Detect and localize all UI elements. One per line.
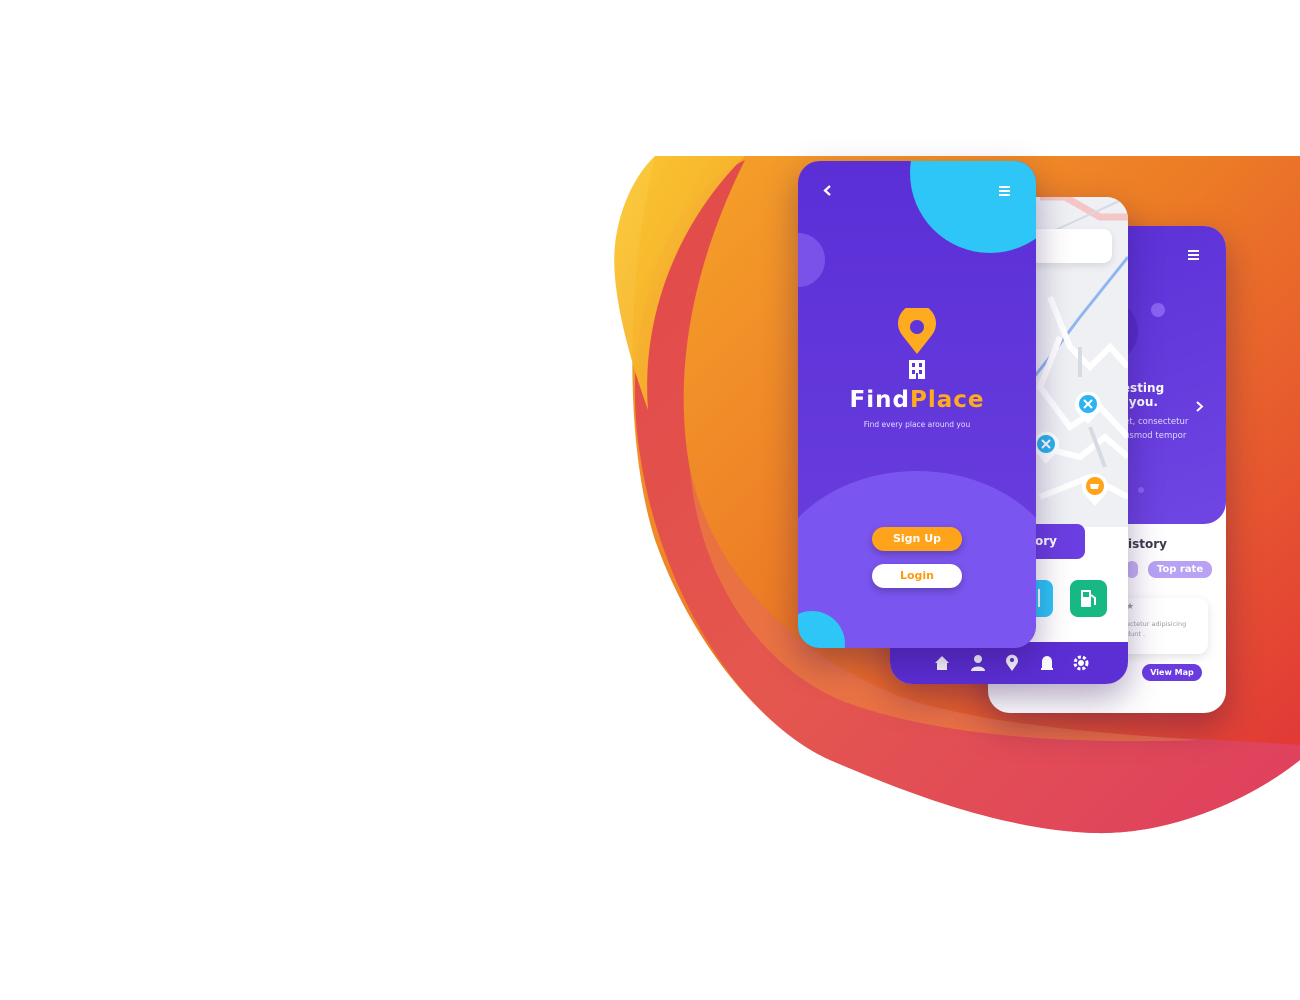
chevron-right-icon[interactable] (1196, 397, 1204, 416)
chevron-left-icon[interactable] (823, 181, 831, 200)
restaurant-icon[interactable] (1073, 390, 1103, 426)
sign-up-button[interactable]: Sign Up (872, 527, 962, 551)
coffee-icon[interactable] (1080, 472, 1110, 508)
tagline: Find every place around you (863, 420, 971, 429)
category-button-label: ory (1035, 534, 1057, 548)
map-search-field[interactable] (1030, 229, 1112, 263)
welcome-screen-phone: FindPlace Find every place around you Si… (798, 161, 1036, 648)
section-title: istory (1128, 537, 1167, 551)
app-brand-title: FindPlace (798, 387, 1036, 413)
location-pin-icon (897, 304, 937, 360)
body-line2: usmod tempor (1124, 431, 1187, 441)
tile-fuel[interactable] (1070, 580, 1107, 617)
bottom-nav-bar (890, 642, 1128, 684)
gear-icon[interactable] (1072, 654, 1090, 672)
location-pin-icon[interactable] (1003, 654, 1021, 672)
login-button[interactable]: Login (872, 564, 962, 588)
menu-icon[interactable] (1188, 245, 1199, 264)
home-icon[interactable] (933, 654, 951, 672)
tab-top-rate[interactable]: Top rate (1148, 561, 1212, 578)
bell-icon[interactable] (1038, 654, 1056, 672)
fuel-icon (1080, 589, 1098, 613)
building-icon (908, 358, 926, 383)
user-icon[interactable] (969, 654, 987, 672)
body-line1: et, consectetur (1124, 417, 1189, 427)
brand-part-find: Find (849, 387, 910, 413)
card-line2: dunt . (1126, 630, 1146, 638)
brand-part-place: Place (909, 387, 985, 413)
view-map-button[interactable]: View Map (1142, 664, 1202, 681)
menu-icon[interactable] (999, 181, 1010, 200)
card-line1: ectetur adipisicing (1126, 620, 1187, 628)
